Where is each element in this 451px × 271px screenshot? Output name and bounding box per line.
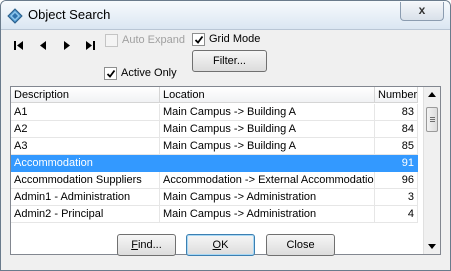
cell-number[interactable]: 84	[375, 121, 418, 138]
scroll-thumb[interactable]	[426, 107, 438, 132]
table-row[interactable]: A2 Main Campus -> Building A 84	[11, 121, 424, 138]
cell-number[interactable]: 91	[375, 155, 418, 172]
cell-location[interactable]	[160, 155, 375, 172]
grid-mode-label: Grid Mode	[209, 33, 261, 45]
window-close-button[interactable]: x	[400, 2, 444, 21]
previous-record-icon	[40, 41, 46, 50]
cell-location[interactable]: Main Campus -> Building A	[160, 121, 375, 138]
cell-description[interactable]: A2	[11, 121, 160, 138]
table-row[interactable]: Admin2 - Principal Main Campus -> Adminis…	[11, 206, 424, 223]
first-record-button[interactable]	[10, 38, 28, 54]
dialog-body: Auto Expand Grid Mode Active Only Filter…	[1, 30, 450, 270]
table-row[interactable]: Accommodation 91	[11, 155, 424, 172]
find-button[interactable]: Find...	[117, 234, 176, 256]
next-record-icon	[64, 41, 70, 50]
last-record-button[interactable]	[81, 38, 99, 54]
close-button[interactable]: Close	[266, 234, 335, 256]
cell-number[interactable]: 96	[375, 172, 418, 189]
results-grid: Description Location Number A1 Main Campu…	[10, 86, 441, 255]
cell-location[interactable]: Accommodation -> External Accommodation	[160, 172, 375, 189]
cell-location[interactable]: Main Campus -> Administration	[160, 206, 375, 223]
active-only-label: Active Only	[121, 67, 177, 79]
cell-number[interactable]: 85	[375, 138, 418, 155]
previous-record-button[interactable]	[34, 38, 52, 54]
table-row[interactable]: A1 Main Campus -> Building A 83	[11, 104, 424, 121]
filter-button[interactable]: Filter...	[192, 50, 267, 72]
cell-number[interactable]: 83	[375, 104, 418, 121]
column-header-description[interactable]: Description	[11, 87, 160, 103]
cell-description[interactable]: A1	[11, 104, 160, 121]
column-header-number[interactable]: Number	[375, 87, 418, 103]
first-record-icon	[14, 41, 23, 50]
auto-expand-checkbox[interactable]	[105, 34, 118, 47]
scroll-down-button[interactable]	[424, 238, 440, 254]
auto-expand-label: Auto Expand	[122, 34, 185, 46]
object-search-dialog: Object Search x Auto Expand Grid Mode Ac…	[0, 0, 451, 271]
cell-description[interactable]: Accommodation Suppliers	[11, 172, 160, 189]
cell-description[interactable]: Admin1 - Administration	[11, 189, 160, 206]
last-record-icon	[86, 41, 95, 50]
next-record-button[interactable]	[58, 38, 76, 54]
checkmark-icon	[194, 35, 204, 44]
grid-mode-checkbox[interactable]	[192, 33, 205, 46]
scroll-down-arrow-icon	[428, 244, 436, 249]
cell-description[interactable]: A3	[11, 138, 160, 155]
grid-header: Description Location Number	[11, 87, 440, 104]
scroll-up-button[interactable]	[424, 87, 440, 103]
cell-location[interactable]: Main Campus -> Administration	[160, 189, 375, 206]
ok-button[interactable]: OK	[186, 234, 255, 256]
cell-location[interactable]: Main Campus -> Building A	[160, 104, 375, 121]
cell-number[interactable]: 3	[375, 189, 418, 206]
cell-number[interactable]: 4	[375, 206, 418, 223]
cell-description[interactable]: Accommodation	[11, 155, 160, 172]
window-title: Object Search	[28, 7, 111, 22]
cell-description[interactable]: Admin2 - Principal	[11, 206, 160, 223]
table-row[interactable]: Accommodation Suppliers Accommodation -> …	[11, 172, 424, 189]
table-row[interactable]: Admin1 - Administration Main Campus -> Ad…	[11, 189, 424, 206]
title-bar[interactable]: Object Search x	[1, 1, 450, 30]
checkmark-icon	[106, 69, 116, 78]
cell-location[interactable]: Main Campus -> Building A	[160, 138, 375, 155]
vertical-scrollbar[interactable]	[423, 87, 440, 254]
active-only-checkbox[interactable]	[104, 67, 117, 80]
app-diamond-icon	[7, 8, 23, 24]
table-row[interactable]: A3 Main Campus -> Building A 85	[11, 138, 424, 155]
scroll-up-arrow-icon	[428, 92, 436, 97]
column-header-location[interactable]: Location	[160, 87, 375, 103]
